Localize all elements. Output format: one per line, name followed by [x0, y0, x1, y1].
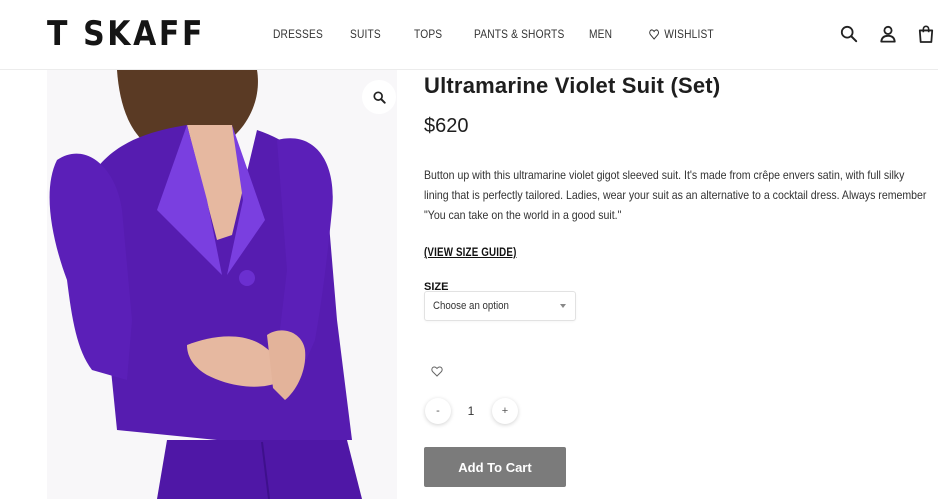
nav-item-wishlist[interactable]: WISHLIST	[649, 27, 714, 41]
search-icon[interactable]	[839, 23, 859, 45]
nav-item-pants-shorts[interactable]: PANTS & SHORTS	[474, 27, 564, 41]
product-price: $620	[424, 115, 469, 137]
zoom-button[interactable]	[362, 80, 396, 114]
add-to-wishlist-button[interactable]	[431, 364, 445, 378]
quantity-decrease-button[interactable]: -	[425, 398, 451, 424]
quantity-increase-button[interactable]: +	[492, 398, 518, 424]
product-title: Ultramarine Violet Suit (Set)	[424, 73, 721, 98]
nav-item-tops[interactable]: TOPS	[414, 27, 442, 41]
user-icon[interactable]	[878, 23, 898, 45]
site-logo[interactable]: T SKAFF	[47, 12, 205, 56]
bag-icon[interactable]	[916, 23, 936, 45]
size-select[interactable]: Choose an option	[424, 291, 576, 321]
heart-icon	[649, 28, 659, 40]
heart-icon	[431, 366, 443, 377]
quantity-value[interactable]: 1	[466, 404, 476, 418]
product-description: Button up with this ultramarine violet g…	[424, 168, 927, 222]
nav-item-suits[interactable]: SUITS	[350, 27, 381, 41]
site-header: T SKAFF DRESSES SUITS TOPS PANTS & SHORT…	[0, 0, 938, 70]
zoom-icon	[372, 90, 386, 104]
nav-item-dresses[interactable]: DRESSES	[273, 27, 323, 41]
size-select-value: Choose an option	[433, 300, 509, 312]
product-image[interactable]	[47, 70, 397, 499]
add-to-cart-button[interactable]: Add To Cart	[424, 447, 566, 487]
size-guide-link[interactable]: (VIEW SIZE GUIDE)	[424, 247, 517, 259]
wishlist-label: WISHLIST	[664, 27, 714, 41]
nav-item-men[interactable]: MEN	[589, 27, 612, 41]
chevron-down-icon	[560, 304, 566, 308]
